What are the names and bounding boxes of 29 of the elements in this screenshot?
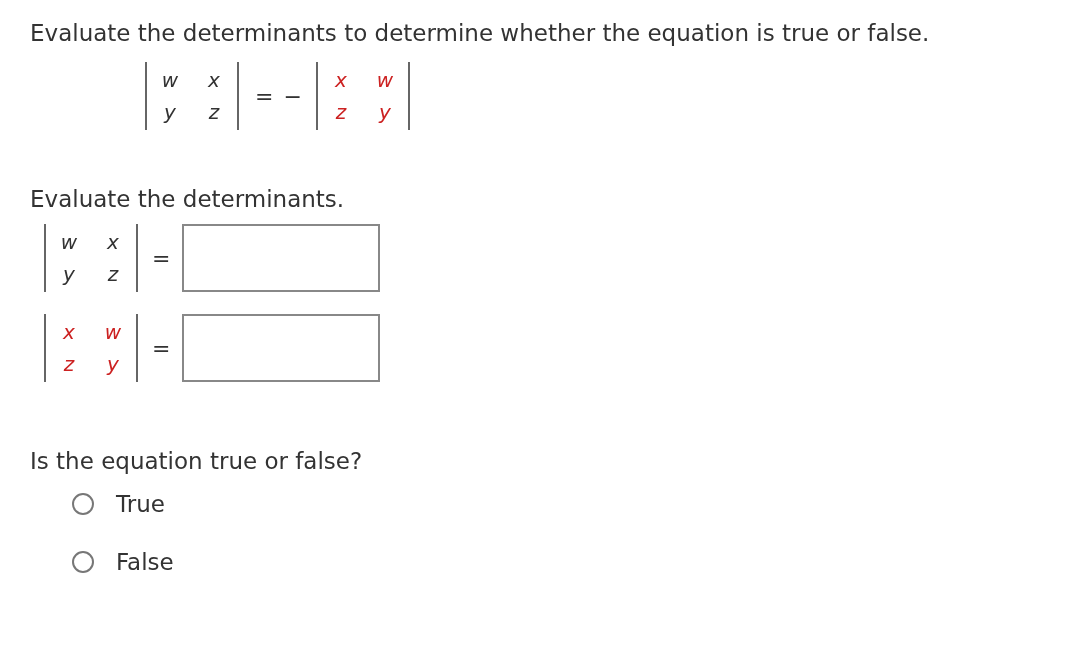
matrix-entry: z xyxy=(334,99,348,126)
prompt-text: Is the equation true or false? xyxy=(30,447,364,476)
matrix-entry: w xyxy=(160,67,180,94)
minus-sign: − xyxy=(283,83,302,109)
radio-button[interactable] xyxy=(72,493,94,515)
instruction-text: Evaluate the determinants. xyxy=(30,185,346,214)
matrix-entry: z xyxy=(207,99,221,126)
matrix-entry: x xyxy=(62,319,76,346)
matrix-entry: y xyxy=(61,261,76,288)
question-text: Evaluate the determinants to determine whether the equation is true or false. xyxy=(30,19,931,48)
equals-sign: = xyxy=(152,335,171,361)
option-label[interactable]: True xyxy=(116,491,165,517)
answer-box[interactable] xyxy=(182,224,381,292)
matrix-entry: z xyxy=(106,261,120,288)
equals-sign: = xyxy=(255,83,274,109)
option-label[interactable]: False xyxy=(116,549,174,575)
matrix-entry: y xyxy=(105,351,120,378)
matrix-entry: y xyxy=(377,99,392,126)
matrix-entry: x xyxy=(106,229,120,256)
matrix-entry: z xyxy=(62,351,76,378)
matrix-entry: w xyxy=(375,67,395,94)
matrix-entry: x xyxy=(207,67,221,94)
matrix-entry: w xyxy=(103,319,123,346)
matrix-entry: w xyxy=(59,229,79,256)
radio-button[interactable] xyxy=(72,551,94,573)
equals-sign: = xyxy=(152,245,171,271)
answer-box[interactable] xyxy=(182,314,381,382)
matrix-entry: y xyxy=(162,99,177,126)
matrix-entry: x xyxy=(333,67,348,94)
